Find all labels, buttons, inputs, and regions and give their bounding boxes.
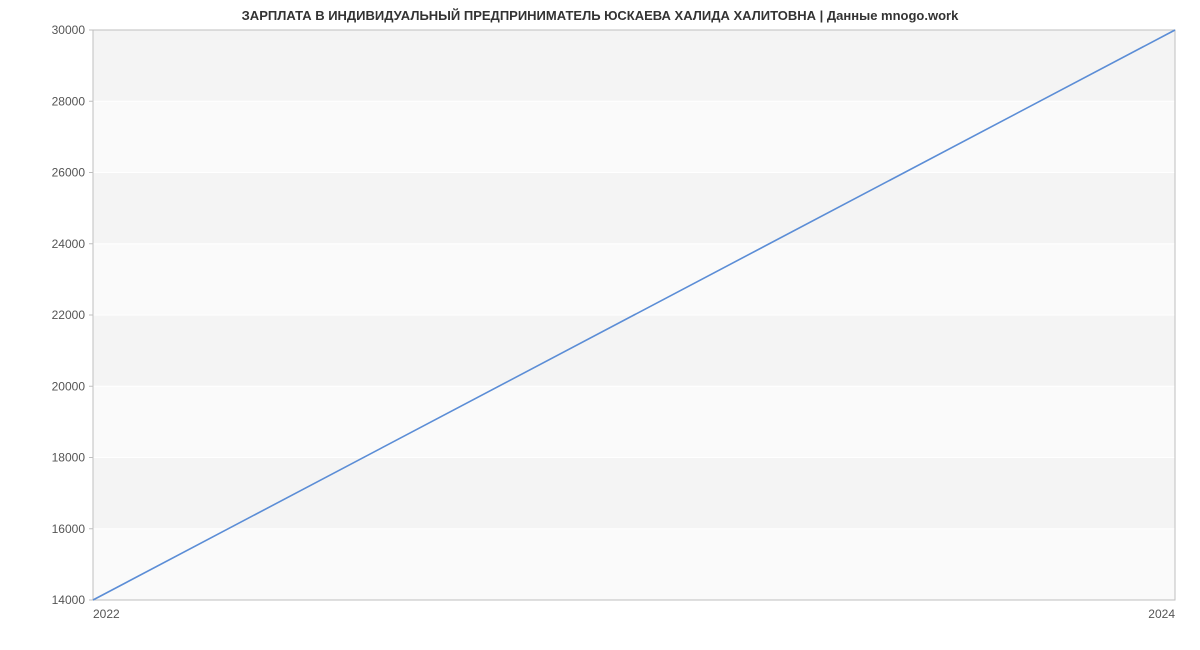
y-tick-label: 24000 (52, 237, 86, 251)
y-tick-label: 18000 (52, 451, 86, 465)
y-tick-label: 22000 (52, 308, 86, 322)
grid-band (93, 386, 1175, 457)
grid-band (93, 529, 1175, 600)
y-tick-label: 16000 (52, 522, 86, 536)
line-chart: 14000 16000 18000 20000 22000 24000 26000 28000… (0, 0, 1200, 650)
x-tick-label: 2022 (93, 607, 120, 621)
y-tick-label: 28000 (52, 94, 86, 108)
y-tick-label: 14000 (52, 593, 86, 607)
y-tick-label: 20000 (52, 379, 86, 393)
y-tick-label: 26000 (52, 166, 86, 180)
grid-band (93, 101, 1175, 172)
grid-band (93, 244, 1175, 315)
y-tick-label: 30000 (52, 23, 86, 37)
x-tick-label: 2024 (1148, 607, 1175, 621)
